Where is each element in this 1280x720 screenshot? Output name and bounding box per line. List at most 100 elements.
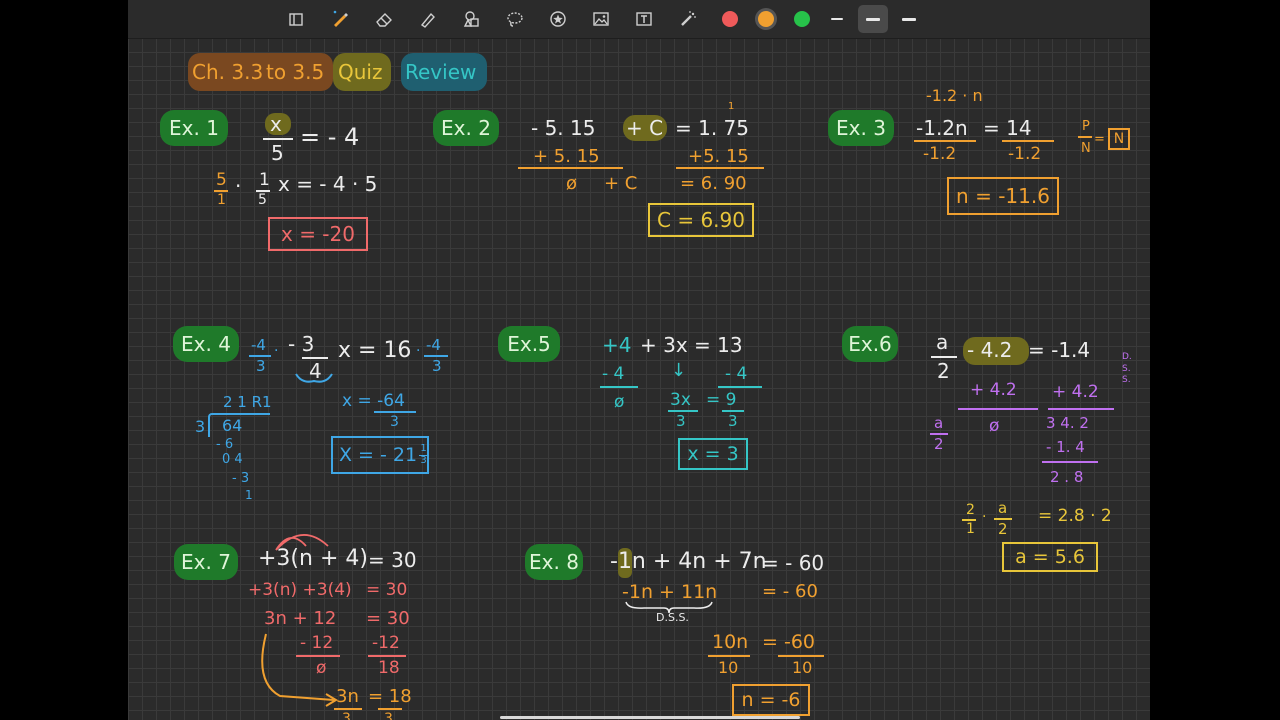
ex3-p: P: [1082, 119, 1090, 134]
ex1-answer-box: x = -20: [268, 217, 368, 251]
title-chapter: Ch. 3.3: [192, 60, 264, 84]
ex6-col-2: - 1. 4: [1046, 438, 1085, 456]
ex2-c: + C: [626, 116, 664, 140]
ex3-div-bar-left: [914, 140, 976, 142]
ex4-quotient: 2 1 R1: [223, 393, 272, 411]
ex7-eq18: = 18: [368, 686, 412, 707]
text-box-icon[interactable]: [632, 8, 656, 30]
ex2-line1-right: = 1. 75: [675, 116, 750, 140]
ex4-equation: x = 16: [338, 338, 412, 363]
ex8-label: Ex. 8: [525, 544, 583, 580]
ex8-answer-box: n = -6: [732, 684, 810, 716]
ex4-answer-frac-den: 3: [420, 454, 427, 466]
ex5-underline-left: [600, 386, 638, 388]
ex5-den-right: 3: [728, 412, 738, 430]
ex3-negative-box: N: [1108, 128, 1130, 150]
image-icon[interactable]: [589, 8, 613, 30]
thin-stroke-option[interactable]: [831, 18, 843, 20]
ex8-den-left: 10: [718, 658, 739, 677]
ex7-den-left: 3: [342, 711, 351, 720]
ex6-a: a: [936, 330, 949, 354]
ex3-pn-bar: [1078, 136, 1092, 138]
ex8-line2-rhs: = - 60: [762, 581, 818, 602]
thick-stroke-option[interactable]: [902, 18, 916, 21]
ex6-a2-num: a: [934, 414, 944, 432]
medium-stroke-option-selected[interactable]: [858, 5, 888, 33]
ex5-9: = 9: [706, 390, 737, 410]
ex3-equals: =: [1094, 132, 1105, 147]
ex6-underline-right: [1048, 408, 1114, 410]
ex6-2: 2: [937, 359, 950, 383]
ex1-mult-num: 5: [216, 170, 227, 190]
ex4-answer-fraction: 1 3: [419, 443, 429, 466]
ex6-frac-bar: [931, 356, 957, 358]
ex3-divisor-left: -1.2: [923, 144, 957, 164]
ex4-dot2: ·: [416, 343, 421, 359]
ex2-underline-right: [676, 167, 764, 169]
ex7-sub-right: -12: [372, 633, 400, 653]
ex6-m1-den: 1: [966, 521, 975, 537]
medium-stroke-line: [866, 18, 880, 21]
ex5-plus4: +4: [602, 333, 632, 357]
pen-icon[interactable]: [328, 8, 352, 30]
ex4-x-frac-den: 3: [390, 414, 399, 430]
ex6-col-bar: [1042, 461, 1098, 463]
ex8-div-bar-left: [708, 655, 750, 657]
sidebar-toggle-icon[interactable]: [284, 8, 308, 30]
ex5-underline-right: [718, 386, 762, 388]
ex4-divisor: 3: [195, 417, 206, 436]
ex2-borrow-mark: 1: [728, 101, 735, 112]
ex4-answer-frac-num: 1: [420, 443, 427, 454]
ex5-answer-box: x = 3: [678, 438, 748, 470]
ex7-div-bar-left: [334, 708, 362, 710]
lasso-icon[interactable]: [503, 8, 527, 30]
ex4-dot1: ·: [274, 343, 279, 359]
ex4-x-frac-bar: [374, 411, 416, 413]
sticker-icon[interactable]: [546, 8, 570, 30]
ex4-dividend: 64: [222, 416, 243, 435]
ex4-f1-num: -4: [251, 336, 266, 354]
ex2-plus-c: + C: [604, 173, 638, 194]
ex5-minus4-left: - 4: [602, 364, 625, 384]
ex6-a2-den: 2: [934, 435, 944, 453]
ex4-step1: - 6: [216, 437, 234, 452]
green-color-swatch[interactable]: [794, 11, 810, 27]
ex1-step: x = - 4 · 5: [278, 172, 378, 196]
ex4-answer-text: X = - 21: [339, 444, 418, 466]
shapes-icon[interactable]: [460, 8, 484, 30]
ex4-label: Ex. 4: [173, 326, 239, 362]
highlighter-icon[interactable]: [416, 8, 440, 30]
ex8-eq-neg60: = -60: [762, 631, 815, 653]
whiteboard-canvas[interactable]: Ch. 3.3 to 3.5 Quiz Review Ex. 1 x 5 = -…: [128, 0, 1150, 720]
ex6-rhs: = -1.4: [1028, 338, 1091, 362]
ex2-add-left: + 5. 15: [533, 146, 600, 167]
ex1-label: Ex. 1: [160, 110, 228, 146]
ex7-line1: +3(n + 4): [258, 546, 368, 571]
title-review: Review: [405, 60, 477, 84]
laser-pointer-icon[interactable]: [676, 8, 700, 30]
horizontal-scroll-indicator[interactable]: [500, 716, 800, 719]
ex3-top-note: -1.2 · n: [926, 86, 983, 105]
red-color-swatch[interactable]: [722, 11, 738, 27]
ex3-answer-box: n = -11.6: [947, 177, 1059, 215]
ex7-line2-rhs: = 30: [366, 580, 408, 600]
ex6-underline-left: [958, 408, 1038, 410]
ex1-numerator: x: [270, 112, 282, 136]
ex4-f3-den: 3: [432, 357, 442, 375]
ex3-divisor-right: -1.2: [1008, 144, 1042, 164]
ex6-col-1: 3 4. 2: [1046, 414, 1089, 432]
ex6-dss-note: D. S. S.: [1122, 352, 1132, 386]
toolbar: [128, 0, 1150, 39]
ex8-den-right: 10: [792, 658, 813, 677]
eraser-icon[interactable]: [372, 8, 396, 30]
orange-color-swatch-selected[interactable]: [758, 11, 774, 27]
ex7-carry-arrow: [261, 633, 338, 707]
ex2-line1-left: - 5. 15: [531, 116, 596, 140]
ex6-m-dot: ·: [982, 509, 987, 525]
ex7-line2: +3(n) +3(4): [248, 580, 352, 600]
ex7-underline-right: [368, 655, 406, 657]
ex5-equation: + 3x = 13: [640, 333, 743, 357]
ex6-zero: ø: [989, 416, 1000, 436]
ex2-zero: ø: [566, 173, 578, 194]
title-quiz: Quiz: [338, 60, 383, 84]
